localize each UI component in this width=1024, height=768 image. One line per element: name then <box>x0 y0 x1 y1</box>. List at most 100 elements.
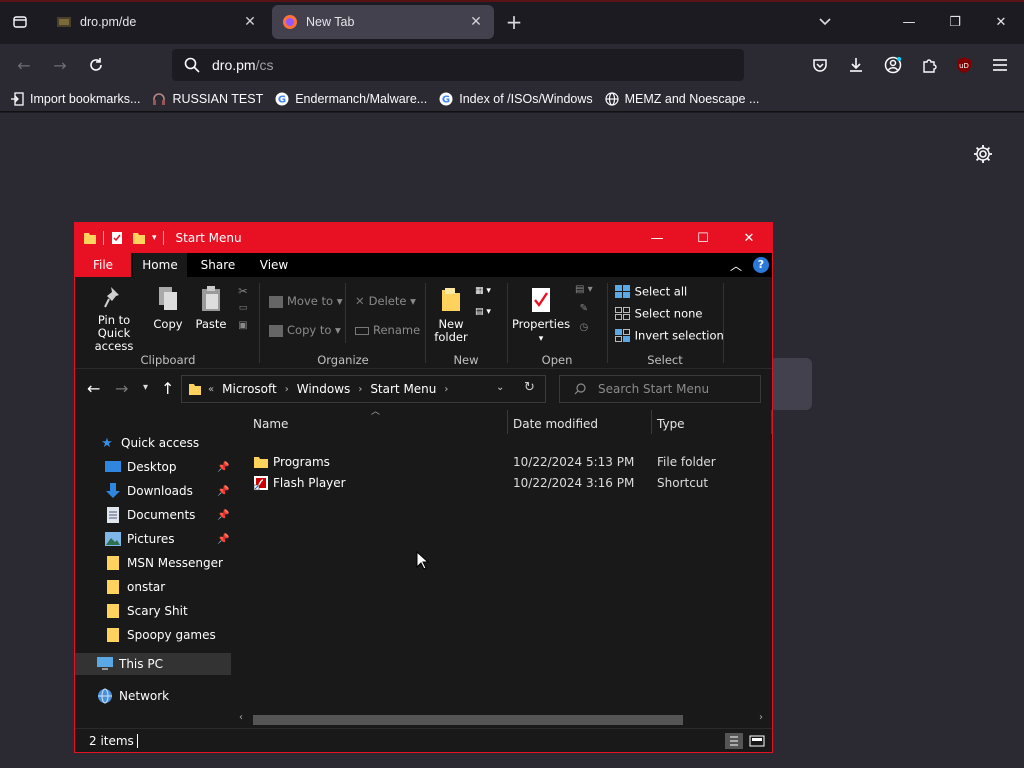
up-arrow-icon[interactable]: ↑ <box>161 379 174 398</box>
hamburger-menu-icon[interactable] <box>988 53 1012 77</box>
nav-scary-shit[interactable]: Scary Shit <box>105 600 188 622</box>
copy-path-icon[interactable]: ▭ <box>235 302 251 315</box>
pin-icon[interactable]: 📌 <box>217 486 229 497</box>
column-divider[interactable] <box>771 410 772 434</box>
back-arrow-icon[interactable]: ← <box>12 53 36 77</box>
breadcrumb-microsoft[interactable]: Microsoft <box>222 382 277 396</box>
url-bar[interactable]: dro.pm/cs <box>172 49 744 81</box>
properties-quick-icon[interactable] <box>110 231 124 245</box>
help-icon[interactable]: ? <box>753 257 769 273</box>
nav-spoopy-games[interactable]: Spoopy games <box>105 624 216 646</box>
easy-access-icon[interactable]: ▤ ▾ <box>475 306 491 319</box>
minimize-icon[interactable]: — <box>634 223 680 253</box>
nav-desktop[interactable]: Desktop 📌 <box>105 456 231 478</box>
refresh-icon[interactable]: ↻ <box>524 380 535 395</box>
restore-icon[interactable]: ❐ <box>932 0 978 44</box>
nav-onstar[interactable]: onstar <box>105 576 165 598</box>
invert-selection-button[interactable]: Invert selection <box>615 329 724 343</box>
gear-icon[interactable] <box>972 143 994 165</box>
shortcut-tile-placeholder[interactable] <box>770 358 812 410</box>
forward-arrow-icon[interactable]: → <box>115 379 128 398</box>
select-none-button[interactable]: Select none <box>615 307 702 321</box>
pin-icon[interactable]: 📌 <box>217 510 229 521</box>
column-divider[interactable] <box>507 410 508 434</box>
nav-downloads[interactable]: Downloads 📌 <box>105 480 231 502</box>
bookmark-memz[interactable]: MEMZ and Noescape ... <box>605 92 759 106</box>
tab-new-tab[interactable]: New Tab ✕ <box>272 5 494 39</box>
bookmark-index-isos[interactable]: G Index of /ISOs/Windows <box>439 92 593 106</box>
close-icon[interactable]: ✕ <box>726 223 772 253</box>
close-window-icon[interactable]: ✕ <box>978 0 1024 44</box>
breadcrumb-chevron-icon[interactable]: › <box>444 384 448 395</box>
address-overflow[interactable]: « <box>208 384 214 395</box>
details-view-icon[interactable] <box>725 733 743 749</box>
extensions-puzzle-icon[interactable] <box>917 53 941 77</box>
rename-button[interactable]: Rename <box>355 324 420 337</box>
collapse-ribbon-chevron-icon[interactable]: ︿ <box>730 257 742 274</box>
recent-locations-chevron-icon[interactable]: ▾ <box>143 382 148 393</box>
table-row[interactable]: Flash Player 10/22/2024 3:16 PM Shortcut <box>233 473 772 493</box>
nav-msn-messenger[interactable]: MSN Messenger <box>105 552 223 574</box>
tab-home[interactable]: Home <box>133 253 187 277</box>
copy-button[interactable]: Copy <box>153 285 183 331</box>
nav-quick-access[interactable]: ★ Quick access <box>99 432 199 454</box>
breadcrumb-windows[interactable]: Windows <box>297 382 351 396</box>
tab-share[interactable]: Share <box>193 253 243 277</box>
pin-icon[interactable]: 📌 <box>217 462 229 473</box>
scrollbar-thumb[interactable] <box>253 715 683 725</box>
maximize-icon[interactable]: ☐ <box>680 223 726 253</box>
delete-button[interactable]: ✕ Delete ▾ <box>355 295 416 308</box>
account-icon[interactable] <box>881 53 905 77</box>
address-history-chevron-icon[interactable]: ⌄ <box>496 382 504 393</box>
bookmark-russian-test[interactable]: RUSSIAN TEST <box>152 92 263 106</box>
scroll-right-icon[interactable]: › <box>759 712 763 723</box>
nav-pictures[interactable]: Pictures 📌 <box>105 528 231 550</box>
paste-shortcut-icon[interactable]: ▣ <box>235 319 251 332</box>
breadcrumb-start-menu[interactable]: Start Menu <box>370 382 436 396</box>
select-all-button[interactable]: Select all <box>615 285 687 299</box>
new-folder-quick-icon[interactable] <box>132 231 146 245</box>
nav-network[interactable]: Network <box>97 685 169 707</box>
customize-quick-access-chevron-icon[interactable]: ▾ <box>152 233 157 243</box>
pocket-icon[interactable] <box>808 53 832 77</box>
nav-this-pc[interactable]: This PC <box>75 653 231 675</box>
new-item-icon[interactable]: ▦ ▾ <box>475 285 491 298</box>
table-row[interactable]: Programs 10/22/2024 5:13 PM File folder <box>233 452 772 472</box>
column-divider[interactable] <box>651 410 652 434</box>
address-bar[interactable]: « Microsoft › Windows › Start Menu › ⌄ ↻ <box>181 375 546 403</box>
downloads-icon[interactable] <box>844 53 868 77</box>
bookmark-import[interactable]: Import bookmarks... <box>10 92 140 106</box>
properties-button[interactable]: Properties ▾ <box>511 285 571 346</box>
edit-icon[interactable]: ✎ <box>575 302 593 315</box>
large-icons-view-icon[interactable] <box>748 733 766 749</box>
explorer-title-bar[interactable]: ▾ Start Menu — ☐ ✕ <box>75 223 772 253</box>
close-tab-icon[interactable]: ✕ <box>468 14 484 30</box>
new-folder-button[interactable]: New folder <box>431 285 471 344</box>
back-arrow-icon[interactable]: ← <box>87 379 100 398</box>
breadcrumb-chevron-icon[interactable]: › <box>358 384 362 395</box>
cut-icon[interactable]: ✂ <box>235 285 251 298</box>
list-all-tabs-chevron-icon[interactable] <box>814 12 836 32</box>
new-tab-plus-icon[interactable]: + <box>504 12 524 32</box>
pin-to-quick-access-button[interactable]: Pin to Quick access <box>81 285 147 353</box>
tab-view[interactable]: View <box>249 253 299 277</box>
tab-manager-icon[interactable] <box>8 10 32 34</box>
reload-icon[interactable] <box>84 53 108 77</box>
pin-icon[interactable]: 📌 <box>217 534 229 545</box>
column-header-type[interactable]: Type <box>657 410 685 438</box>
search-box[interactable]: Search Start Menu <box>559 375 761 403</box>
history-icon[interactable]: ◷ <box>575 321 593 334</box>
forward-arrow-icon[interactable]: → <box>48 53 72 77</box>
move-to-button[interactable]: Move to ▾ <box>269 295 342 308</box>
paste-button[interactable]: Paste <box>193 285 229 331</box>
bookmark-endermanch[interactable]: G Endermanch/Malware... <box>275 92 427 106</box>
horizontal-scrollbar[interactable]: ‹ › <box>233 711 772 728</box>
column-header-name[interactable]: Name <box>253 410 288 438</box>
column-header-date-modified[interactable]: Date modified <box>513 410 598 438</box>
close-tab-icon[interactable]: ✕ <box>242 14 258 30</box>
nav-documents[interactable]: Documents 📌 <box>105 504 231 526</box>
breadcrumb-chevron-icon[interactable]: › <box>285 384 289 395</box>
ublock-origin-icon[interactable]: uD <box>952 53 976 77</box>
scroll-left-icon[interactable]: ‹ <box>239 712 243 723</box>
tab-file[interactable]: File <box>75 253 131 277</box>
